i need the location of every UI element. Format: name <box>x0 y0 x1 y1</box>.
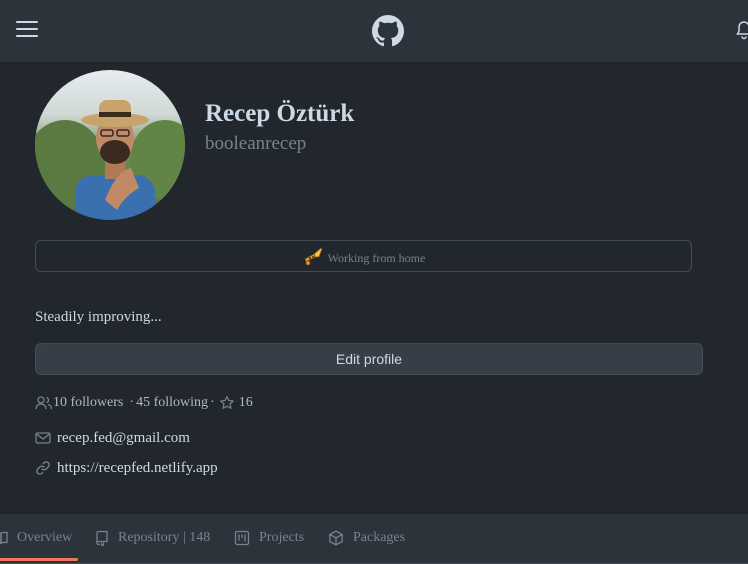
project-icon <box>234 530 250 546</box>
website-link[interactable]: https://recepfed.netlify.app <box>57 460 218 477</box>
mail-icon <box>35 432 51 444</box>
separator-dot: · <box>210 395 215 410</box>
website-row: https://recepfed.netlify.app <box>35 458 218 478</box>
following-link[interactable]: 45 following <box>136 395 208 411</box>
tab-active-indicator <box>0 558 78 561</box>
tab-label: Repository | 148 <box>118 530 211 545</box>
tab-label: Packages <box>353 530 406 545</box>
people-icon <box>35 396 53 410</box>
separator-dot: · <box>129 395 135 410</box>
tab-repository[interactable]: Repository | 148 <box>95 514 210 562</box>
profile-bio: Steadily improving... <box>35 309 162 325</box>
link-icon <box>36 461 50 475</box>
follow-stats: 10 followers · 45 following · 16 <box>35 393 253 413</box>
menu-icon[interactable] <box>16 20 38 38</box>
tab-label: Overview <box>17 530 73 545</box>
profile-full-name: Recep Öztürk <box>205 100 355 127</box>
avatar[interactable] <box>35 70 185 220</box>
repo-icon <box>96 530 108 546</box>
tab-packages[interactable]: Packages <box>328 514 405 562</box>
github-logo-icon[interactable] <box>372 15 404 47</box>
profile-tabs: Overview Repository | 148 Projects Packa… <box>0 514 748 564</box>
package-icon <box>329 530 343 546</box>
status-text: Working from home <box>327 250 426 265</box>
status-button[interactable]: Working from home <box>35 240 692 272</box>
bell-icon[interactable] <box>736 20 748 40</box>
profile-page: Recep Öztürk booleanrecep Working from h… <box>0 0 748 564</box>
edit-profile-button[interactable]: Edit profile <box>35 343 703 375</box>
tab-overview[interactable]: Overview <box>0 514 72 562</box>
profile-username: booleanrecep <box>205 133 307 154</box>
book-icon <box>0 531 8 545</box>
followers-link[interactable]: 10 followers <box>53 395 123 411</box>
stars-link[interactable]: 16 <box>239 395 253 411</box>
app-header <box>0 0 748 62</box>
trumpet-icon <box>304 247 323 266</box>
tab-label: Projects <box>259 530 305 545</box>
email-row: recep.fed@gmail.com <box>35 428 190 448</box>
tab-projects[interactable]: Projects <box>234 514 304 562</box>
star-icon <box>219 395 234 409</box>
email-link[interactable]: recep.fed@gmail.com <box>57 430 190 447</box>
